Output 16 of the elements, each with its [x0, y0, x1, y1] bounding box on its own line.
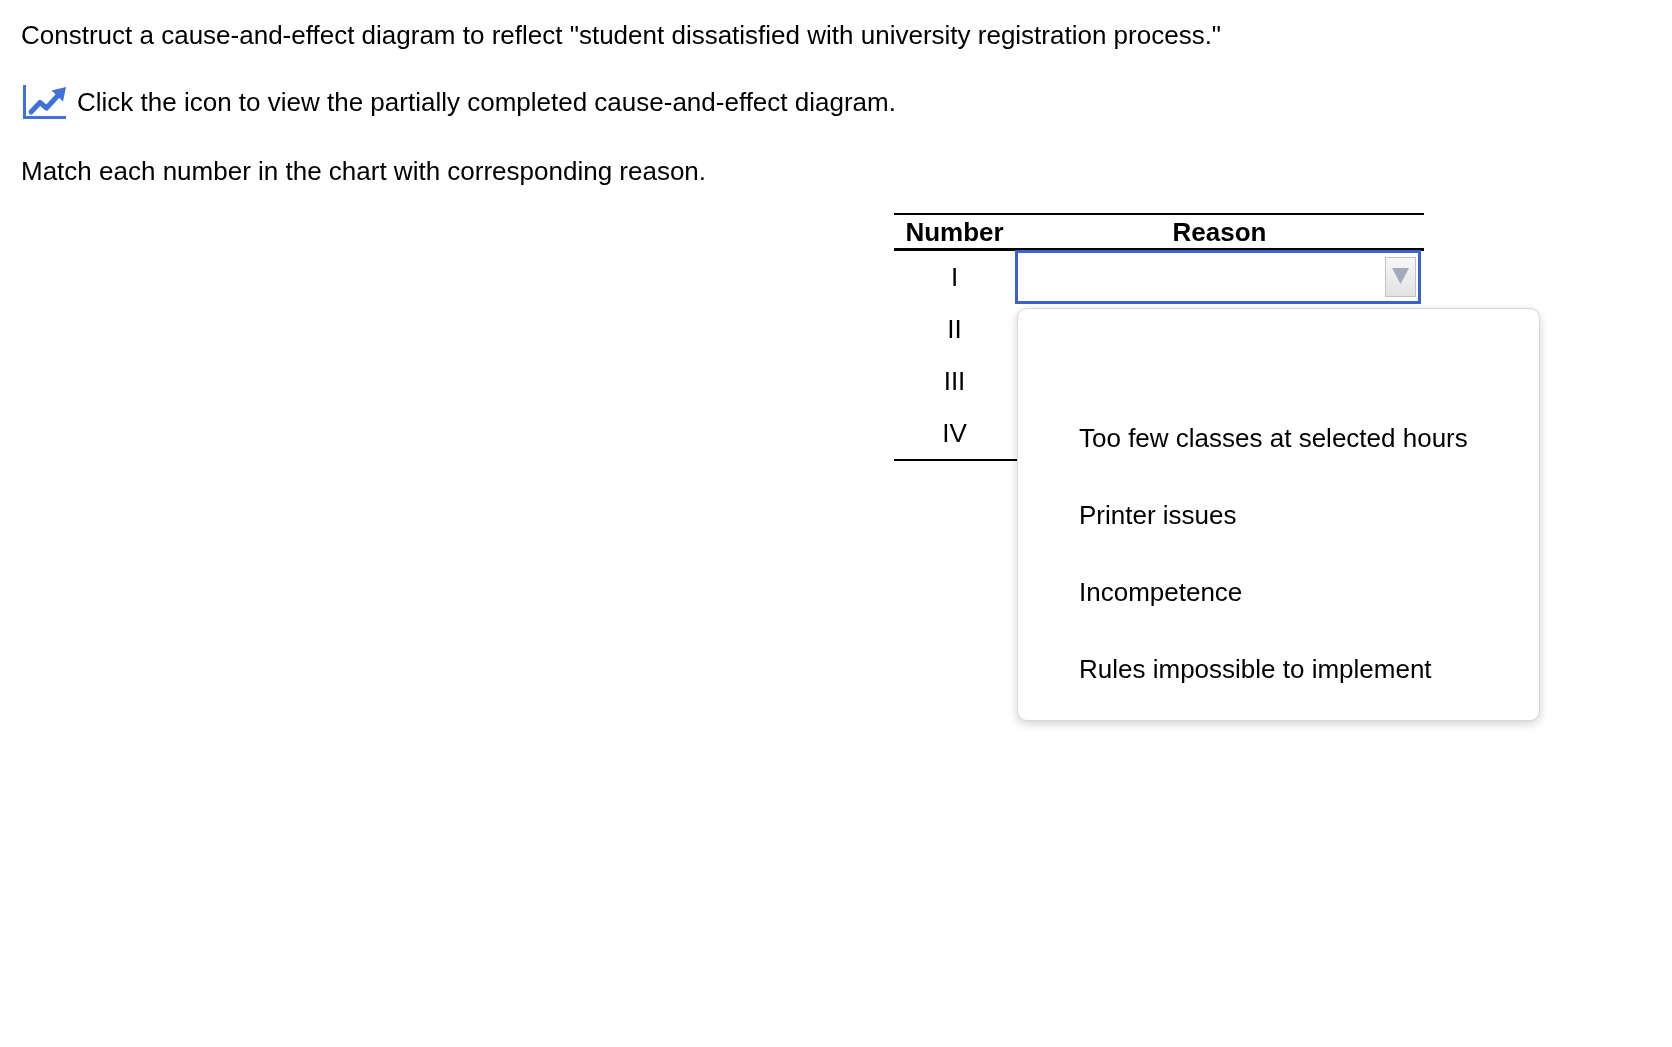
- row-number: IV: [942, 418, 967, 448]
- option-item[interactable]: Incompetence: [1018, 554, 1539, 631]
- trend-chart-icon[interactable]: [23, 85, 66, 119]
- column-header: Number: [905, 216, 1004, 247]
- option-item[interactable]: Printer issues: [1018, 477, 1539, 554]
- caret-icon: [1385, 257, 1416, 297]
- match-instruction: Match each number in the chart with corresponding reason.: [21, 156, 708, 186]
- reason-dropdown[interactable]: [1015, 250, 1421, 304]
- column-header: Reason: [1172, 216, 1267, 247]
- icon-instruction: Click the icon to view the partially completed cause-and-effect diagram.: [77, 87, 896, 117]
- option-item[interactable]: Rules impossible to implement: [1018, 631, 1539, 708]
- row-number: III: [943, 366, 966, 396]
- row-number: II: [947, 314, 962, 344]
- question-prompt: Construct a cause-and-effect diagram to reflect "student dissatisfied with university registration process.": [21, 20, 1223, 50]
- option-item[interactable]: Too few classes at selected hours: [1018, 400, 1539, 477]
- row-number: I: [950, 262, 959, 292]
